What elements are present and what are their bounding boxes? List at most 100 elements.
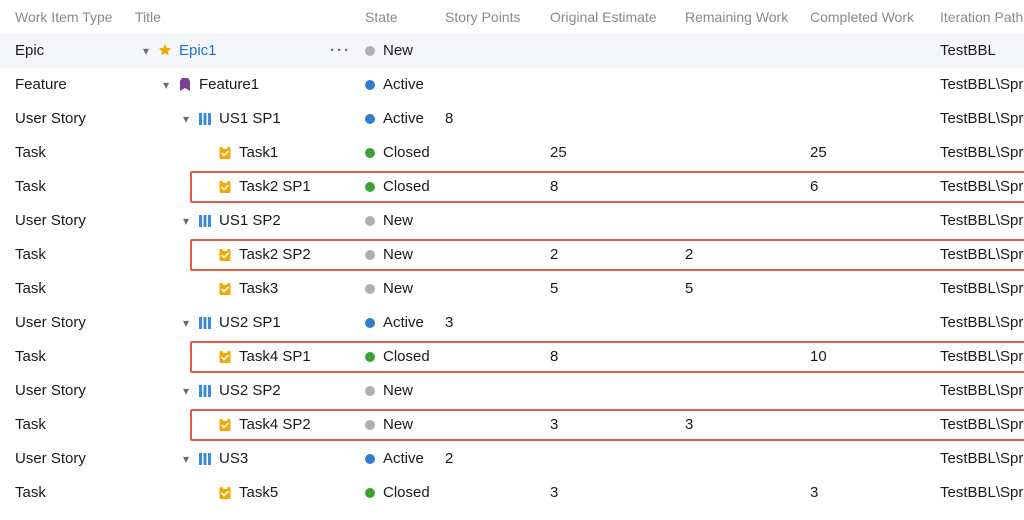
col-header-story-points[interactable]: Story Points (445, 0, 520, 34)
state-dot-icon (365, 488, 375, 498)
work-item-title[interactable]: Feature1 (199, 68, 259, 102)
cell-iteration-path: TestBBL\Sprint 1 (940, 102, 1016, 136)
cell-state: New (365, 374, 413, 408)
cell-completed-work: 10 (810, 340, 827, 374)
work-item-title[interactable]: US3 (219, 442, 248, 476)
work-item-row[interactable]: Task Task5 Closed 3 3 TestBBL\Sprint 1 (0, 476, 1024, 510)
work-item-grid: Work Item Type Title State Story Points … (0, 0, 1024, 510)
expand-toggle[interactable] (161, 68, 171, 102)
cell-title[interactable]: US1 SP1 (135, 102, 281, 136)
cell-state: Active (365, 442, 424, 476)
col-header-iteration-path[interactable]: Iteration Path (940, 0, 1016, 34)
work-item-row[interactable]: User StoryUS1 SP1Active8TestBBL\Sprint 1 (0, 102, 1024, 136)
work-item-row[interactable]: TaskTask4 SP2New33TestBBL\Sprint 2 (0, 408, 1024, 442)
expand-toggle[interactable] (181, 204, 191, 238)
clipboard-icon (217, 417, 233, 433)
work-item-title[interactable]: US1 SP1 (219, 102, 281, 136)
cell-title[interactable]: US2 SP1 (135, 306, 281, 340)
cell-title[interactable]: Task4 SP2 (135, 408, 311, 442)
state-dot-icon (365, 148, 375, 158)
clipboard-icon (217, 281, 233, 297)
cell-state: Active (365, 306, 424, 340)
cell-title[interactable]: Task2 SP1 (135, 170, 311, 204)
crown-icon (157, 43, 173, 59)
cell-completed-work: 3 (810, 476, 818, 510)
work-item-row[interactable]: FeatureFeature1ActiveTestBBL\Sprint 1 (0, 68, 1024, 102)
cell-work-item-type: Feature (15, 68, 67, 102)
cell-original-estimate: 3 (550, 476, 558, 510)
work-item-row[interactable]: TaskTask2 SP1Closed86TestBBL\Sprint 1 (0, 170, 1024, 204)
work-item-title[interactable]: Task1 (239, 136, 278, 170)
cell-title[interactable]: Epic1 (135, 34, 217, 68)
cell-title[interactable]: US1 SP2 (135, 204, 281, 238)
cell-title[interactable]: US3 (135, 442, 248, 476)
state-text: Closed (383, 136, 430, 170)
work-item-title[interactable]: Task5 (239, 476, 278, 510)
work-item-row[interactable]: User StoryUS1 SP2NewTestBBL\Sprint 2 (0, 204, 1024, 238)
state-dot-icon (365, 318, 375, 328)
cell-title[interactable]: Task1 (135, 136, 278, 170)
work-item-row[interactable]: User StoryUS2 SP2NewTestBBL\Sprint 2 (0, 374, 1024, 408)
work-item-row[interactable]: TaskTask1Closed2525TestBBL\Sprint 1 (0, 136, 1024, 170)
cell-work-item-type: Task (15, 476, 46, 510)
work-item-row[interactable]: EpicEpic1···NewTestBBL (0, 34, 1024, 68)
col-header-state[interactable]: State (365, 0, 398, 34)
expand-toggle[interactable] (141, 34, 151, 68)
expand-toggle[interactable] (181, 442, 191, 476)
work-item-row[interactable]: User StoryUS3Active2TestBBL\Sprint 1 (0, 442, 1024, 476)
cell-iteration-path: TestBBL\Sprint 2 (940, 238, 1016, 272)
row-actions-button[interactable]: ··· (330, 34, 351, 68)
cell-title[interactable]: Task2 SP2 (135, 238, 311, 272)
expand-toggle[interactable] (181, 374, 191, 408)
work-item-title[interactable]: Task2 SP1 (239, 170, 311, 204)
book-icon (197, 451, 213, 467)
state-dot-icon (365, 386, 375, 396)
work-item-title[interactable]: Task3 (239, 272, 278, 306)
cell-iteration-path: TestBBL (940, 34, 1016, 68)
cell-original-estimate: 8 (550, 340, 558, 374)
cell-title[interactable]: Task5 (135, 476, 278, 510)
cell-original-estimate: 2 (550, 238, 558, 272)
expand-toggle[interactable] (181, 306, 191, 340)
col-header-title[interactable]: Title (135, 0, 161, 34)
work-item-title[interactable]: Task4 SP2 (239, 408, 311, 442)
state-dot-icon (365, 216, 375, 226)
cell-title[interactable]: Task3 (135, 272, 278, 306)
cell-iteration-path: TestBBL\Sprint 1 (940, 170, 1016, 204)
cell-original-estimate: 5 (550, 272, 558, 306)
state-text: New (383, 374, 413, 408)
cell-state: Active (365, 102, 424, 136)
work-item-row[interactable]: User StoryUS2 SP1Active3TestBBL\Sprint 1 (0, 306, 1024, 340)
work-item-title[interactable]: US2 SP2 (219, 374, 281, 408)
work-item-title[interactable]: US2 SP1 (219, 306, 281, 340)
cell-iteration-path: TestBBL\Sprint 1 (940, 476, 1016, 510)
cell-title[interactable]: Feature1 (135, 68, 259, 102)
work-item-title[interactable]: US1 SP2 (219, 204, 281, 238)
cell-state: New (365, 204, 413, 238)
cell-title[interactable]: Task4 SP1 (135, 340, 311, 374)
state-text: Closed (383, 476, 430, 510)
cell-story-points: 3 (445, 306, 453, 340)
state-dot-icon (365, 284, 375, 294)
expand-toggle[interactable] (181, 102, 191, 136)
cell-iteration-path: TestBBL\Sprint 2 (940, 272, 1016, 306)
work-item-title[interactable]: Task2 SP2 (239, 238, 311, 272)
state-dot-icon (365, 420, 375, 430)
cell-completed-work: 6 (810, 170, 818, 204)
cell-title[interactable]: US2 SP2 (135, 374, 281, 408)
col-header-work-item-type[interactable]: Work Item Type (15, 0, 113, 34)
grid-header-row: Work Item Type Title State Story Points … (0, 0, 1024, 34)
cell-iteration-path: TestBBL\Sprint 2 (940, 374, 1016, 408)
cell-state: New (365, 272, 413, 306)
work-item-row[interactable]: TaskTask2 SP2New22TestBBL\Sprint 2 (0, 238, 1024, 272)
work-item-row[interactable]: TaskTask3New55TestBBL\Sprint 2 (0, 272, 1024, 306)
work-item-row[interactable]: TaskTask4 SP1Closed810TestBBL\Sprint 1 (0, 340, 1024, 374)
cell-state: New (365, 408, 413, 442)
col-header-original-estimate[interactable]: Original Estimate (550, 0, 657, 34)
work-item-title[interactable]: Epic1 (179, 34, 217, 68)
col-header-remaining-work[interactable]: Remaining Work (685, 0, 788, 34)
col-header-completed-work[interactable]: Completed Work (810, 0, 914, 34)
work-item-title[interactable]: Task4 SP1 (239, 340, 311, 374)
cell-original-estimate: 3 (550, 408, 558, 442)
cell-iteration-path: TestBBL\Sprint 1 (940, 306, 1016, 340)
